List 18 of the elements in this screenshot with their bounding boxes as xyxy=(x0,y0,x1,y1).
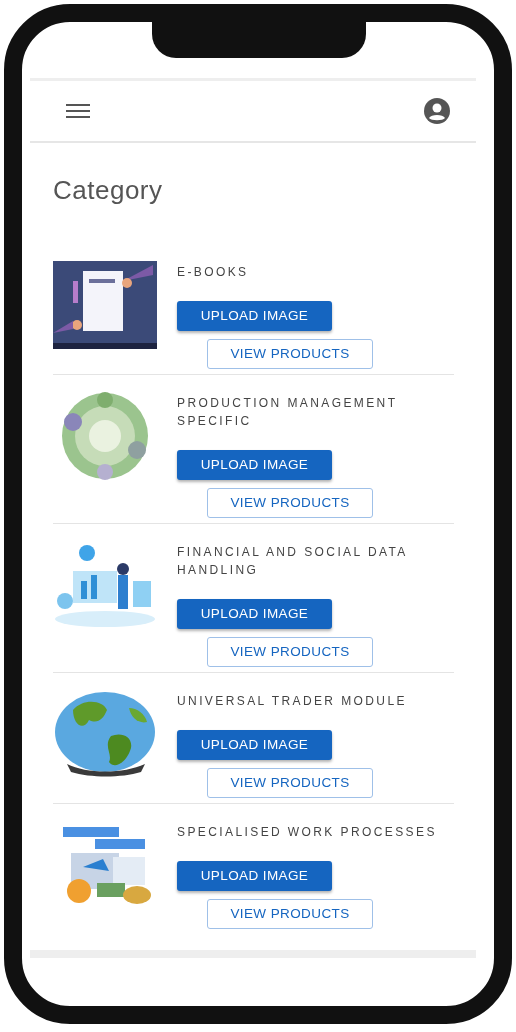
view-products-button[interactable]: VIEW PRODUCTS xyxy=(207,768,373,799)
view-products-button[interactable]: VIEW PRODUCTS xyxy=(207,637,373,668)
upload-image-button[interactable]: UPLOAD IMAGE xyxy=(177,599,332,630)
category-name: FINANCIAL AND SOCIAL DATA HANDLING xyxy=(177,544,409,580)
category-name: PRODUCTION MANAGEMENT SPECIFIC xyxy=(177,395,399,431)
page-title: Category xyxy=(53,175,164,207)
upload-image-button[interactable]: UPLOAD IMAGE xyxy=(177,730,332,761)
upload-image-button[interactable]: UPLOAD IMAGE xyxy=(177,301,332,332)
view-products-button[interactable]: VIEW PRODUCTS xyxy=(207,488,373,519)
category-name: SPECIALISED WORK PROCESSES xyxy=(177,824,437,842)
category-name: E-BOOKS xyxy=(177,264,250,282)
upload-image-button[interactable]: UPLOAD IMAGE xyxy=(177,861,332,892)
view-products-button[interactable]: VIEW PRODUCTS xyxy=(207,899,373,930)
account-icon[interactable] xyxy=(424,98,450,124)
upload-image-button[interactable]: UPLOAD IMAGE xyxy=(177,450,332,481)
category-name: UNIVERSAL TRADER MODULE xyxy=(177,693,407,711)
view-products-button[interactable]: VIEW PRODUCTS xyxy=(207,339,373,370)
menu-icon[interactable] xyxy=(66,103,90,119)
